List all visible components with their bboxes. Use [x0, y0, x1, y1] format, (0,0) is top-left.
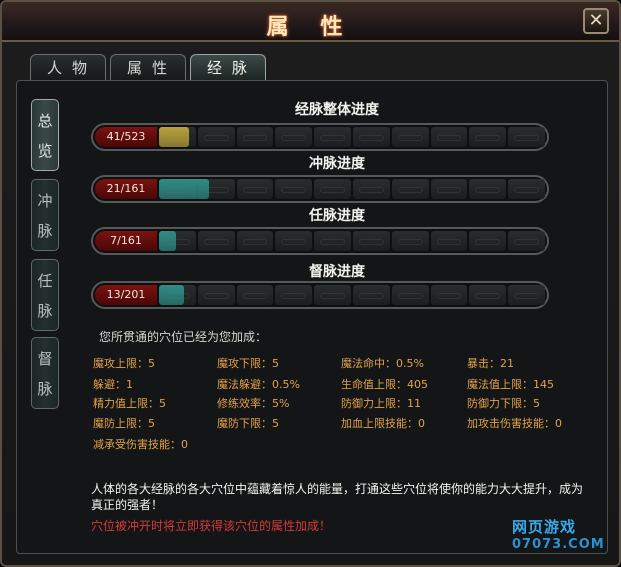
close-button[interactable]: ✕ — [583, 8, 609, 34]
progress-segment — [391, 179, 429, 199]
progress-segment — [275, 127, 313, 147]
progress-fill — [159, 231, 176, 251]
progress-segment — [352, 179, 390, 199]
du-progress-bar: 13/201 — [91, 281, 549, 309]
stat-def-max: 防御力上限：11 — [341, 397, 421, 410]
meridian-panel: 总览 冲脉 任脉 督脉 经脉整体进度 41/523 冲脉进度 21/161 任脉… — [16, 80, 608, 554]
stat-hp-max: 生命值上限：405 — [341, 378, 428, 391]
progress-segment — [508, 285, 545, 305]
progress-segment — [314, 127, 351, 147]
watermark-line2: 07073.COM — [512, 537, 605, 552]
stat-atk-dmg-skill: 加攻击伤害技能：0 — [467, 417, 562, 430]
progress-segment — [352, 231, 390, 251]
side-tab-overview-label: 总览 — [37, 112, 53, 160]
stat-magic-atk-max: 魔攻上限：5 — [93, 357, 155, 370]
progress-segment — [275, 285, 313, 305]
stat-dodge: 躲避：1 — [93, 378, 133, 391]
progress-segment — [236, 285, 274, 305]
side-tab-overview[interactable]: 总览 — [31, 99, 59, 171]
progress-segment — [197, 285, 235, 305]
tab-attributes[interactable]: 属性 — [110, 54, 186, 80]
du-progress-title: 督脉进度 — [309, 264, 365, 280]
side-tab-du-label: 督脉 — [37, 350, 53, 398]
progress-segment — [314, 179, 351, 199]
window-title: 属 性 — [266, 15, 355, 40]
chong-progress-count: 21/161 — [95, 179, 157, 199]
stat-energy-max: 精力值上限：5 — [93, 397, 166, 410]
side-tab-ren[interactable]: 任脉 — [31, 259, 59, 331]
meridian-description: 人体的各大经脉的各大穴位中蕴藏着惊人的能量，打通这些穴位将使你的能力大大提升，成… — [91, 482, 584, 512]
progress-segment — [275, 231, 313, 251]
stat-magic-dodge: 魔法躲避：0.5% — [217, 378, 300, 391]
stat-mdef-max: 魔防上限：5 — [93, 417, 155, 430]
progress-segment — [430, 127, 468, 147]
tab-character[interactable]: 人物 — [30, 54, 106, 80]
stat-heal-skill: 加血上限技能：0 — [341, 417, 425, 430]
progress-segment — [197, 127, 235, 147]
chong-progress-bar: 21/161 — [91, 175, 549, 203]
ren-progress-count: 7/161 — [95, 231, 157, 251]
side-tab-chong-label: 冲脉 — [37, 192, 53, 240]
meridian-note: 穴位被冲开时将立即获得该穴位的属性加成！ — [91, 519, 332, 533]
progress-fill — [159, 127, 189, 147]
progress-segment — [469, 127, 507, 147]
progress-segment — [352, 127, 390, 147]
progress-segment — [236, 231, 274, 251]
progress-segment — [469, 179, 507, 199]
side-tab-chong[interactable]: 冲脉 — [31, 179, 59, 251]
progress-segment — [469, 231, 507, 251]
progress-fill — [159, 179, 209, 199]
progress-segment — [352, 285, 390, 305]
ren-progress-bar: 7/161 — [91, 227, 549, 255]
side-tab-ren-label: 任脉 — [37, 272, 53, 320]
overall-progress-bar: 41/523 — [91, 123, 549, 151]
progress-segment — [391, 285, 429, 305]
progress-segment — [508, 179, 545, 199]
chong-progress-title: 冲脉进度 — [309, 156, 365, 172]
stat-def-min: 防御力下限：5 — [467, 397, 540, 410]
progress-segment — [236, 179, 274, 199]
ren-progress-title: 任脉进度 — [309, 208, 365, 224]
stat-dmg-reduce-skill: 减承受伤害技能：0 — [93, 438, 188, 451]
progress-segment — [391, 127, 429, 147]
stat-magic-hit: 魔法命中：0.5% — [341, 357, 424, 370]
progress-segment — [508, 127, 545, 147]
progress-segment — [314, 231, 351, 251]
bonus-heading: 您所贯通的穴位已经为您加成： — [99, 330, 268, 344]
side-tab-du[interactable]: 督脉 — [31, 337, 59, 409]
progress-segment — [430, 179, 468, 199]
progress-fill — [159, 285, 184, 305]
overall-progress-title: 经脉整体进度 — [295, 102, 379, 118]
attribute-window: 属 性 ✕ 人物 属性 经脉 总览 冲脉 任脉 督脉 经脉整体进度 41/523… — [0, 0, 621, 567]
progress-segment — [430, 285, 468, 305]
progress-segment — [314, 285, 351, 305]
progress-segment — [508, 231, 545, 251]
progress-segment — [236, 127, 274, 147]
progress-segment — [391, 231, 429, 251]
stat-mp-max: 魔法值上限：145 — [467, 378, 554, 391]
progress-segment — [197, 231, 235, 251]
progress-segment — [275, 179, 313, 199]
stat-crit: 暴击：21 — [467, 357, 514, 370]
du-progress-count: 13/201 — [95, 285, 157, 305]
stat-magic-atk-min: 魔攻下限：5 — [217, 357, 279, 370]
tab-meridians[interactable]: 经脉 — [190, 54, 266, 81]
overall-progress-count: 41/523 — [95, 127, 157, 147]
stat-training-eff: 修练效率：5% — [217, 397, 290, 410]
progress-segment — [469, 285, 507, 305]
site-watermark: 网页游戏 07073.COM — [512, 516, 605, 552]
watermark-line1: 网页游戏 — [512, 518, 577, 536]
progress-segment — [430, 231, 468, 251]
title-bar[interactable]: 属 性 ✕ — [2, 2, 619, 42]
stat-mdef-min: 魔防下限：5 — [217, 417, 279, 430]
